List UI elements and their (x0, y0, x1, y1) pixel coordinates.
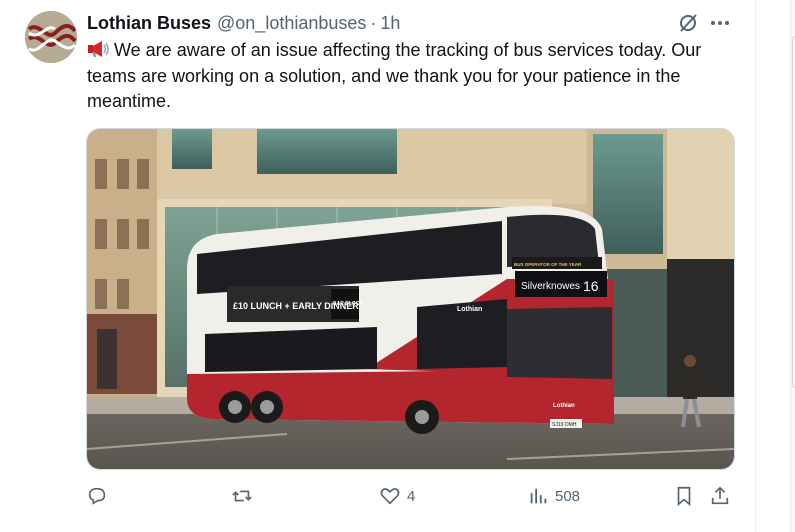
heart-icon (380, 488, 400, 505)
tweet-header: Lothian Buses @on_lothianbuses · 1h (87, 12, 400, 34)
more-options-icon[interactable] (708, 11, 732, 35)
tweet[interactable]: Lothian Buses @on_lothianbuses · 1h We a… (0, 0, 756, 532)
tweet-text: We are aware of an issue affecting the t… (87, 38, 747, 115)
bus-photo: £10 LUNCH + EARLY DINNER BAR BLOCK Silve… (87, 129, 734, 469)
views-button[interactable]: 508 (527, 484, 580, 508)
like-button[interactable]: 4 (379, 484, 415, 508)
bus-side-brand: Lothian (457, 306, 482, 313)
display-name[interactable]: Lothian Buses (87, 13, 211, 34)
like-count: 4 (407, 487, 416, 505)
repost-button[interactable] (231, 484, 259, 508)
avatar[interactable] (25, 11, 77, 63)
share-button[interactable] (709, 484, 731, 508)
grok-icon[interactable] (677, 11, 701, 35)
view-count: 508 (555, 487, 581, 505)
reply-button[interactable] (86, 484, 114, 508)
lothian-logo-icon (25, 11, 77, 63)
bus-route: 16 (583, 278, 599, 294)
bus-award: BUS OPERATOR OF THE YEAR (514, 262, 582, 267)
tweet-photo[interactable]: £10 LUNCH + EARLY DINNER BAR BLOCK Silve… (86, 128, 735, 470)
analytics-icon (530, 488, 547, 504)
bus-front-brand: Lothian (553, 403, 575, 409)
timestamp[interactable]: 1h (380, 13, 400, 34)
share-icon (711, 486, 729, 505)
megaphone-icon (87, 40, 109, 58)
reply-icon (88, 487, 106, 505)
bookmark-button[interactable] (673, 484, 695, 508)
bus-ad-brand: BAR BLOCK (333, 301, 363, 307)
bookmark-icon (677, 486, 691, 507)
tweet-body: We are aware of an issue affecting the t… (87, 40, 702, 111)
bus-plate: SJ19 OMH (552, 422, 577, 428)
separator: · (370, 12, 377, 33)
repost-icon (232, 490, 252, 502)
bus-destination: Silverknowes (521, 281, 580, 292)
action-bar: 4 508 (86, 484, 746, 508)
handle[interactable]: @on_lothianbuses (217, 13, 366, 34)
